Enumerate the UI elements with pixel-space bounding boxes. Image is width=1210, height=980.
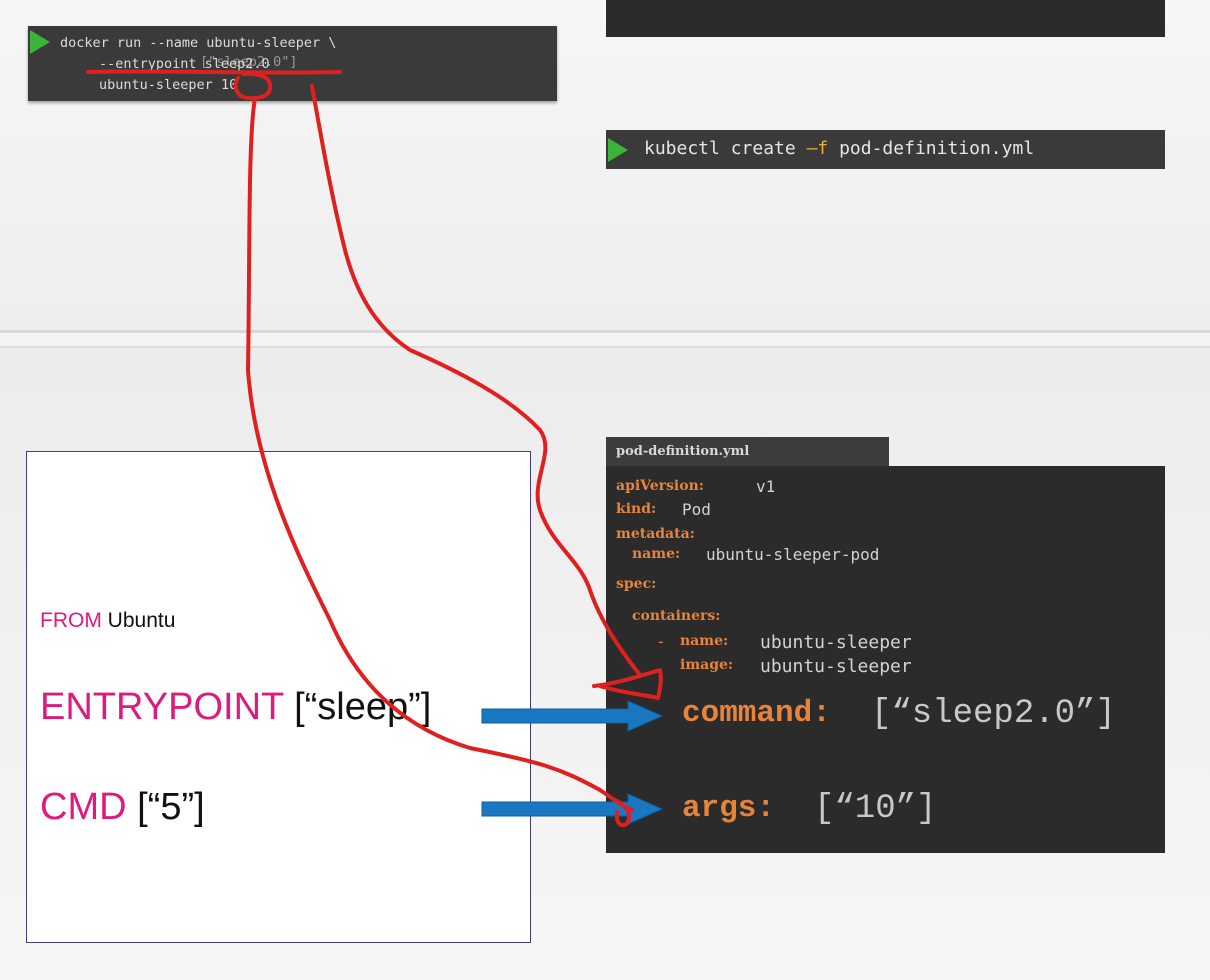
api-version-key: apiVersion: <box>616 478 704 494</box>
kubectl-terminal: kubectl create –f pod-definition.yml <box>606 130 1165 169</box>
metadata-name-key: name: <box>632 546 681 562</box>
kind-value: Pod <box>682 500 711 519</box>
from-keyword: FROM <box>40 609 102 632</box>
containers-key: containers: <box>632 608 721 624</box>
from-value: Ubuntu <box>107 609 176 632</box>
command-key: command: <box>682 696 831 731</box>
dockerfile-cmd-line: CMD [“5”] <box>40 786 205 829</box>
kind-key: kind: <box>616 501 657 517</box>
kubectl-command: kubectl create <box>644 138 807 159</box>
docker-arg-value: 10 <box>220 77 238 93</box>
terminal-top-panel <box>606 0 1165 37</box>
spec-key: spec: <box>616 576 657 592</box>
metadata-key: metadata: <box>616 526 695 542</box>
entrypoint-value: [“sleep”] <box>294 686 432 728</box>
cmd-value: [“5”] <box>137 786 205 828</box>
play-icon <box>30 30 50 54</box>
image-value: ubuntu-sleeper <box>760 656 912 677</box>
dockerfile-from-line: FROM Ubuntu <box>40 609 175 633</box>
cmd-keyword: CMD <box>40 786 127 828</box>
play-icon <box>608 138 628 162</box>
entrypoint-keyword: ENTRYPOINT <box>40 686 284 728</box>
image-key: image: <box>680 657 734 673</box>
docker-line-1: docker run --name ubuntu-sleeper \ <box>60 35 337 51</box>
container-name-value: ubuntu-sleeper <box>760 632 912 653</box>
docker-run-terminal: docker run --name ubuntu-sleeper \ ["sle… <box>28 26 557 101</box>
kubectl-line: kubectl create –f pod-definition.yml <box>644 138 1034 159</box>
yaml-filename-tab: pod-definition.yml <box>606 437 889 466</box>
list-dash: - <box>656 632 666 651</box>
docker-image-name: ubuntu-sleeper <box>99 77 213 93</box>
dockerfile-entrypoint-line: ENTRYPOINT [“sleep”] <box>40 686 431 729</box>
args-value: [“10”] <box>814 790 937 828</box>
docker-line-3: ubuntu-sleeper 10 <box>99 77 237 93</box>
kubectl-flag: –f <box>806 138 829 159</box>
api-version-value: v1 <box>756 477 776 496</box>
dockerfile-box: FROM Ubuntu ENTRYPOINT [“sleep”] CMD [“5… <box>26 451 531 943</box>
metadata-name-value: ubuntu-sleeper-pod <box>706 545 880 564</box>
kubectl-file: pod-definition.yml <box>828 138 1035 159</box>
command-value: [“sleep2.0”] <box>871 695 1116 733</box>
yaml-editor: apiVersion: v1 kind: Pod metadata: name:… <box>606 466 1165 853</box>
container-name-key: name: <box>680 633 729 649</box>
args-key: args: <box>682 791 776 826</box>
docker-line-2: --entrypoint sleep2.0 <box>99 56 270 72</box>
